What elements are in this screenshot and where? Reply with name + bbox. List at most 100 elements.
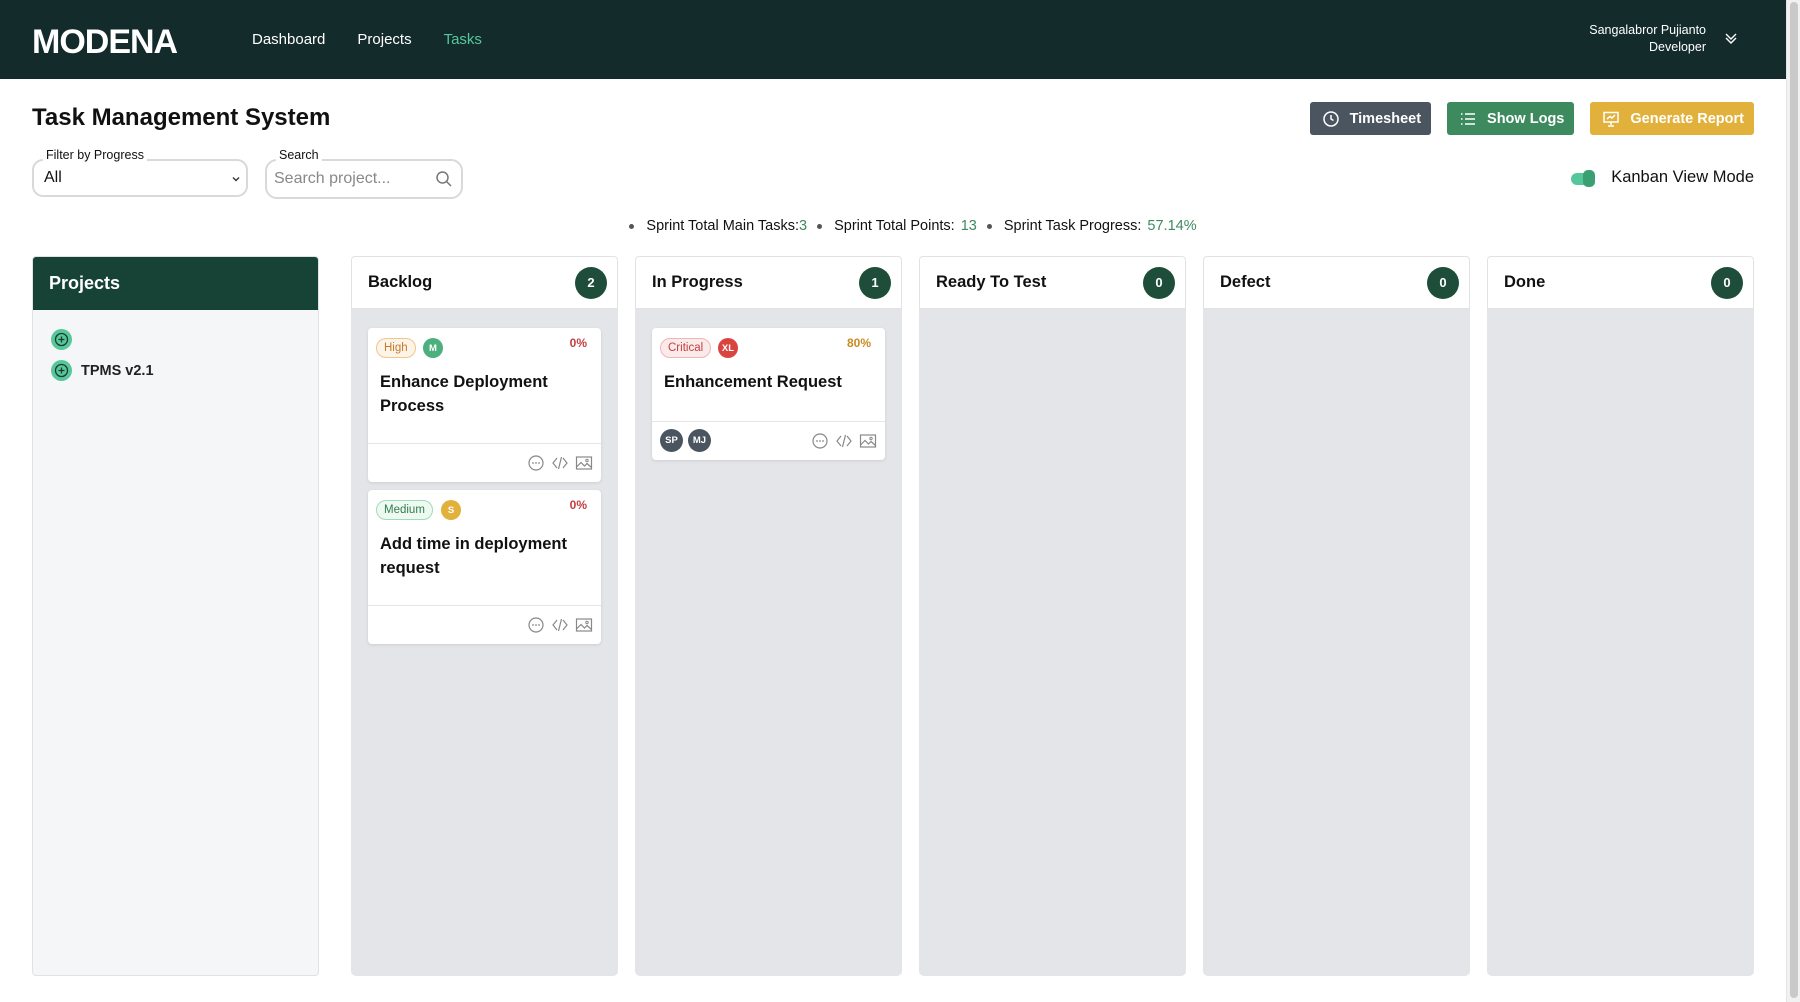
code-icon[interactable]: [835, 432, 853, 450]
action-buttons: Timesheet Show Logs Generate Report: [1309, 102, 1754, 135]
avatar[interactable]: SP: [660, 429, 683, 452]
toggle-knob: [1583, 169, 1596, 187]
task-title: Add time in deployment request: [380, 535, 568, 577]
logo-text: MODENA: [32, 24, 178, 56]
image-icon[interactable]: [575, 454, 593, 472]
bullet-dot: [986, 223, 992, 229]
column-count-badge: 2: [575, 266, 607, 299]
size-badge: S: [441, 500, 461, 520]
column-title: In Progress: [652, 273, 743, 291]
timesheet-button[interactable]: Timesheet: [1309, 102, 1432, 135]
avatar[interactable]: MJ: [688, 429, 711, 452]
task-card[interactable]: Medium S 0% Add time in deployment reque…: [368, 490, 601, 644]
chevron-down-icon[interactable]: [1722, 29, 1740, 47]
column-header: Done 0: [1487, 256, 1754, 309]
project-item-tpms[interactable]: TPMS v2.1: [51, 360, 154, 381]
code-icon[interactable]: [551, 454, 569, 472]
generate-report-button[interactable]: Generate Report: [1590, 102, 1754, 135]
column-title: Backlog: [368, 273, 433, 291]
comment-icon[interactable]: [527, 616, 545, 634]
stat-main-tasks: Sprint Total Main Tasks: 3: [629, 218, 807, 234]
nav-dashboard[interactable]: Dashboard: [252, 31, 325, 48]
kanban-view-toggle: Kanban View Mode: [1571, 168, 1754, 187]
stat-task-progress: Sprint Task Progress: 57.14%: [986, 218, 1197, 234]
comment-icon[interactable]: [527, 454, 545, 472]
kanban-toggle-label: Kanban View Mode: [1611, 168, 1754, 186]
column-defect: Defect 0: [1203, 256, 1470, 976]
priority-badge: Medium: [376, 500, 433, 520]
task-progress-value: 57.14%: [1147, 218, 1197, 234]
search-field[interactable]: Search: [265, 148, 463, 199]
clock-icon: [1322, 110, 1339, 127]
kanban-toggle-switch[interactable]: [1571, 169, 1596, 187]
list-icon: [1461, 112, 1476, 125]
progress-filter-select[interactable]: Filter by Progress All: [32, 148, 248, 197]
task-progress-label: Sprint Task Progress:: [1003, 218, 1142, 234]
projects-panel-title: Projects: [33, 257, 318, 310]
column-count-badge: 0: [1711, 266, 1743, 299]
page-title: Task Management System: [32, 104, 331, 131]
size-badge: XL: [718, 338, 738, 358]
task-card[interactable]: High M 0% Enhance Deployment Process: [368, 328, 601, 482]
user-menu[interactable]: Sangalabror Pujianto Developer: [1589, 22, 1706, 56]
progress-percent: 0%: [569, 498, 587, 512]
nav-projects[interactable]: Projects: [357, 31, 411, 48]
top-navbar: MODENA Dashboard Projects Tasks Sangalab…: [0, 0, 1786, 79]
timesheet-label: Timesheet: [1349, 110, 1422, 127]
priority-badge: Critical: [660, 338, 712, 358]
column-title: Done: [1504, 273, 1546, 291]
column-title: Defect: [1220, 273, 1271, 291]
scrollbar-thumb[interactable]: [1790, 2, 1798, 998]
progress-percent: 0%: [569, 336, 587, 350]
projects-panel: Projects TPMS v2.1: [32, 256, 319, 976]
column-count-badge: 0: [1143, 266, 1175, 299]
progress-filter-label: Filter by Progress: [43, 148, 147, 162]
code-icon[interactable]: [551, 616, 569, 634]
page-scrollbar[interactable]: [1786, 0, 1800, 1002]
project-item-label: TPMS v2.1: [81, 362, 154, 379]
sprint-stats: Sprint Total Main Tasks: 3 Sprint Total P…: [0, 218, 1786, 234]
user-name: Sangalabror Pujianto: [1589, 23, 1706, 37]
column-header: Ready To Test 0: [919, 256, 1186, 309]
main-tasks-label: Sprint Total Main Tasks:: [646, 218, 799, 234]
column-count-badge: 1: [859, 266, 891, 299]
column-title: Ready To Test: [936, 273, 1047, 291]
comment-icon[interactable]: [811, 432, 829, 450]
task-card[interactable]: Critical XL 80% Enhancement Request SP M…: [652, 328, 885, 460]
show-logs-label: Show Logs: [1487, 110, 1565, 127]
total-points-value: 13: [960, 218, 977, 234]
column-done: Done 0: [1487, 256, 1754, 976]
search-label: Search: [276, 148, 322, 162]
progress-filter-value: All: [44, 169, 62, 186]
column-header: In Progress 1: [635, 256, 902, 309]
task-title: Enhancement Request: [664, 373, 842, 391]
image-icon[interactable]: [575, 616, 593, 634]
stat-total-points: Sprint Total Points: 13: [817, 218, 977, 234]
assignee-avatars: SP MJ: [660, 429, 711, 452]
add-circle-icon[interactable]: [51, 360, 72, 381]
total-points-label: Sprint Total Points:: [834, 218, 955, 234]
main-nav: Dashboard Projects Tasks: [252, 0, 482, 79]
priority-badge: High: [376, 338, 416, 358]
project-item[interactable]: [51, 329, 81, 350]
column-ready-to-test: Ready To Test 0: [919, 256, 1186, 976]
size-badge: M: [423, 338, 443, 358]
column-in-progress: In Progress 1 Critical XL 80% Enhancemen…: [635, 256, 902, 976]
task-title: Enhance Deployment Process: [380, 373, 548, 415]
column-count-badge: 0: [1427, 266, 1459, 299]
search-icon[interactable]: [435, 170, 453, 188]
progress-percent: 80%: [846, 336, 871, 350]
user-role: Developer: [1649, 40, 1706, 54]
generate-report-label: Generate Report: [1630, 110, 1744, 127]
column-backlog: Backlog 2 High M 0% Enhance Deployment P…: [351, 256, 618, 976]
image-icon[interactable]: [859, 432, 877, 450]
chevron-down-icon: [232, 177, 240, 182]
bullet-dot: [817, 223, 823, 229]
add-circle-icon[interactable]: [51, 329, 72, 350]
nav-tasks[interactable]: Tasks: [444, 31, 482, 48]
column-header: Defect 0: [1203, 256, 1470, 309]
modena-logo[interactable]: MODENA: [32, 24, 208, 56]
search-input[interactable]: [274, 170, 424, 188]
show-logs-button[interactable]: Show Logs: [1447, 102, 1575, 135]
main-tasks-value: 3: [799, 218, 808, 234]
